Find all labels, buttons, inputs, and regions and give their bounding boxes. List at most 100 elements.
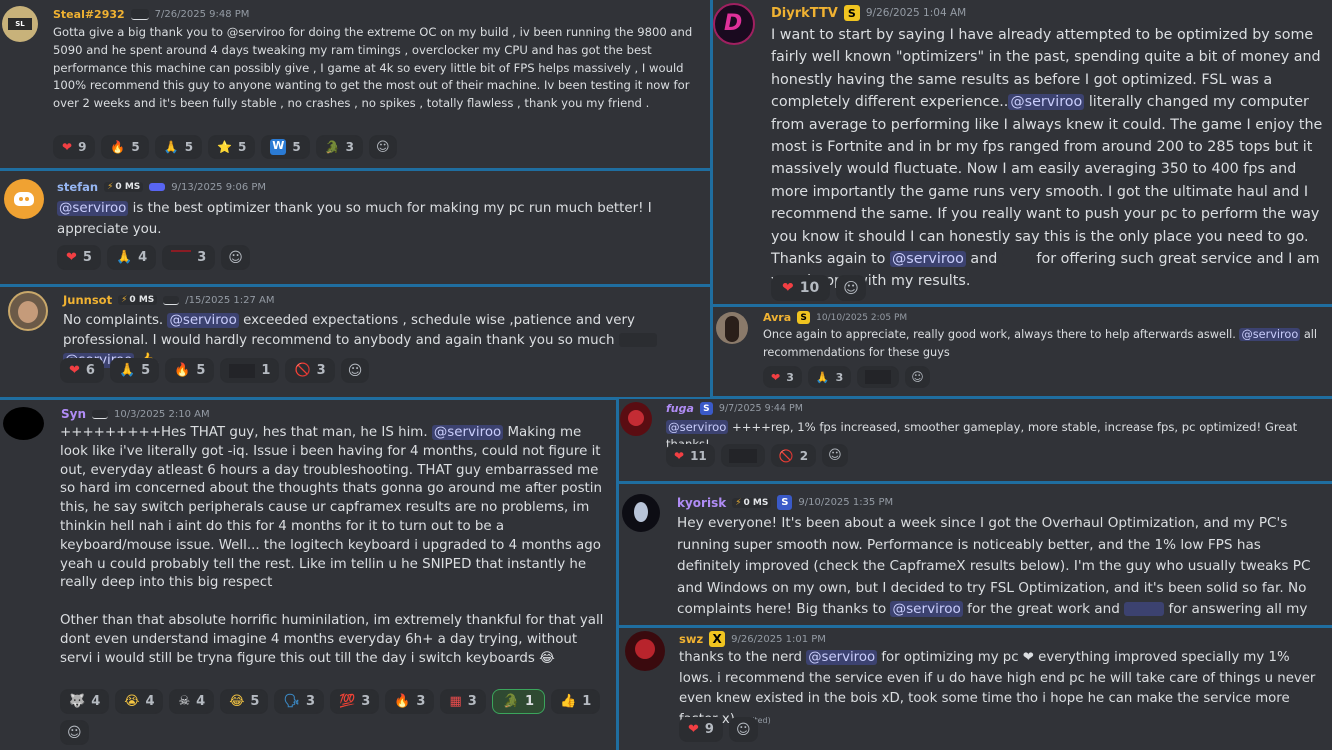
server-tag-icon: S: [699, 402, 713, 415]
avatar[interactable]: [716, 312, 748, 344]
ping-badge: ⚡ 0 MS: [732, 497, 772, 508]
timestamp: 9/10/2025 1:35 PM: [798, 497, 894, 508]
smiley-icon: ☺: [843, 279, 859, 297]
timestamp: 7/26/2025 9:48 PM: [154, 9, 250, 20]
reaction-wolf[interactable]: 🐺 4: [60, 689, 110, 714]
message-text: I want to start by saying I have already…: [771, 27, 1323, 290]
server-tag-icon: X: [709, 631, 726, 647]
add-reaction-button[interactable]: ☺: [728, 717, 758, 742]
username[interactable]: Junnsot: [63, 293, 112, 307]
reaction-sob[interactable]: 😭 4: [115, 689, 164, 714]
username[interactable]: Avra: [763, 311, 791, 324]
reaction-heart[interactable]: ❤ 3: [763, 366, 802, 388]
add-reaction-button[interactable]: ☺: [369, 135, 397, 159]
ping-badge: ⚡ 0 MS: [104, 182, 144, 192]
reaction-joy[interactable]: 😂 5: [220, 689, 269, 714]
timestamp: /15/2025 1:27 AM: [185, 294, 275, 306]
add-reaction-button[interactable]: ☺: [822, 444, 848, 467]
avatar[interactable]: [625, 631, 665, 671]
timestamp: 9/26/2025 1:04 AM: [865, 7, 967, 19]
message-text-part: Gotta give a big thank you to @serviroo …: [53, 25, 693, 111]
username[interactable]: fuga: [666, 402, 694, 415]
username[interactable]: kyorisk: [677, 496, 726, 510]
user-mention[interactable]: @serviroo: [666, 420, 729, 434]
reaction-w[interactable]: W5: [261, 135, 310, 159]
reaction-croc-selected[interactable]: 🐊 1: [491, 689, 546, 714]
user-mention[interactable]: @serviroo: [167, 313, 239, 328]
reaction-heart[interactable]: ❤ 5: [57, 245, 101, 270]
add-reaction-button[interactable]: ☺: [836, 275, 866, 301]
reaction-speaking[interactable]: 🗣 3: [274, 689, 324, 714]
avatar[interactable]: SL: [2, 6, 38, 42]
smiley-icon: ☺: [347, 362, 363, 379]
user-mention[interactable]: @serviroo: [1008, 94, 1085, 111]
reaction-no-entry[interactable]: 🚫 2: [770, 444, 817, 467]
reaction-pray[interactable]: 🙏 4: [106, 245, 157, 270]
smiley-icon: ☺: [376, 139, 390, 155]
username[interactable]: DiyrkTTV: [771, 6, 838, 21]
reaction-custom[interactable]: 1: [220, 358, 280, 383]
user-mention[interactable]: @serviroo: [889, 251, 966, 268]
smiley-icon: ☺: [828, 448, 842, 463]
redacted-mention: [618, 333, 657, 347]
user-mention[interactable]: @serviroo: [57, 201, 129, 216]
avatar[interactable]: [620, 402, 652, 436]
add-reaction-button[interactable]: ☺: [340, 358, 370, 383]
message-card-syn: Syn 10/3/2025 2:10 AM +++++++++Hes THAT …: [0, 400, 616, 750]
reaction-pray[interactable]: 🙏 3: [807, 366, 852, 388]
server-tag-icon: S: [777, 495, 793, 510]
user-mention[interactable]: @serviroo: [431, 425, 504, 440]
timestamp: 9/26/2025 1:01 PM: [731, 633, 826, 645]
add-reaction-button[interactable]: ☺: [905, 366, 930, 388]
avatar[interactable]: [4, 179, 44, 219]
reaction-custom[interactable]: [720, 444, 765, 467]
reactions: ❤ 10 ☺: [771, 275, 866, 301]
role-tag: [130, 9, 149, 20]
reactions: ❤ 6 🙏 5 🔥 5 1 🚫 3 ☺: [60, 358, 370, 383]
reaction-fire[interactable]: 🔥 5: [165, 358, 215, 383]
user-mention[interactable]: @serviroo: [806, 650, 878, 665]
reaction-heart[interactable]: ❤ 6: [60, 358, 104, 383]
avatar[interactable]: D: [713, 3, 755, 45]
add-reaction-button[interactable]: ☺: [221, 245, 250, 270]
reaction-custom[interactable]: [857, 366, 900, 388]
reaction-100[interactable]: 💯 3: [330, 689, 380, 714]
timestamp: 9/7/2025 9:44 PM: [718, 403, 803, 414]
server-tag-icon: S: [843, 5, 860, 21]
reaction-custom[interactable]: ▦ 3: [440, 689, 486, 714]
timestamp: 10/3/2025 2:10 AM: [114, 408, 210, 420]
username[interactable]: Steal#2932: [53, 8, 125, 21]
add-reaction-button[interactable]: ☺: [60, 720, 89, 745]
reaction-star[interactable]: ⭐ 5: [208, 135, 256, 159]
avatar[interactable]: [8, 291, 48, 331]
user-mention[interactable]: @serviroo: [1239, 328, 1301, 341]
username[interactable]: swz: [679, 632, 703, 646]
reaction-croc[interactable]: 🐊 3: [315, 135, 364, 159]
reaction-thumbs-up[interactable]: 👍 1: [551, 689, 601, 714]
reaction-heart[interactable]: ❤ 9: [679, 717, 723, 742]
user-mention[interactable]: @serviroo: [890, 601, 963, 618]
message-card-kyorisk: kyorisk ⚡ 0 MS S 9/10/2025 1:35 PM Hey ev…: [619, 484, 1332, 625]
message-card-steal: SL Steal#2932 7/26/2025 9:48 PM Gotta gi…: [0, 0, 710, 168]
username[interactable]: stefan: [57, 180, 98, 194]
reaction-heart[interactable]: ❤ 10: [771, 275, 831, 301]
reaction-skull[interactable]: ☠ 4: [169, 689, 215, 714]
reaction-pray[interactable]: 🙏 5: [109, 358, 160, 383]
reaction-heart[interactable]: ❤ 11: [666, 444, 715, 467]
message-card-fuga: fuga S 9/7/2025 9:44 PM @serviroo ++++re…: [619, 399, 1332, 481]
reaction-custom[interactable]: 3: [162, 245, 216, 270]
reactions: ❤ 3 🙏 3 ☺: [763, 366, 930, 388]
role-tag: [92, 409, 109, 419]
avatar[interactable]: [3, 407, 44, 440]
reaction-fire[interactable]: 🔥 5: [101, 135, 149, 159]
reaction-heart[interactable]: ❤ 9: [53, 135, 96, 159]
message-card-stefan: stefan ⚡ 0 MS 9/13/2025 9:06 PM @serviroo…: [0, 171, 710, 284]
server-tag-icon: S: [797, 311, 811, 324]
username[interactable]: Syn: [61, 407, 86, 421]
redacted-mention: [1124, 602, 1165, 617]
reaction-fire[interactable]: 🔥 3: [385, 689, 435, 714]
avatar[interactable]: [622, 494, 660, 532]
reaction-no-entry[interactable]: 🚫 3: [285, 358, 335, 383]
reaction-pray[interactable]: 🙏 5: [154, 135, 203, 159]
message-text: thanks to the nerd @serviroo for optimiz…: [679, 650, 1316, 727]
